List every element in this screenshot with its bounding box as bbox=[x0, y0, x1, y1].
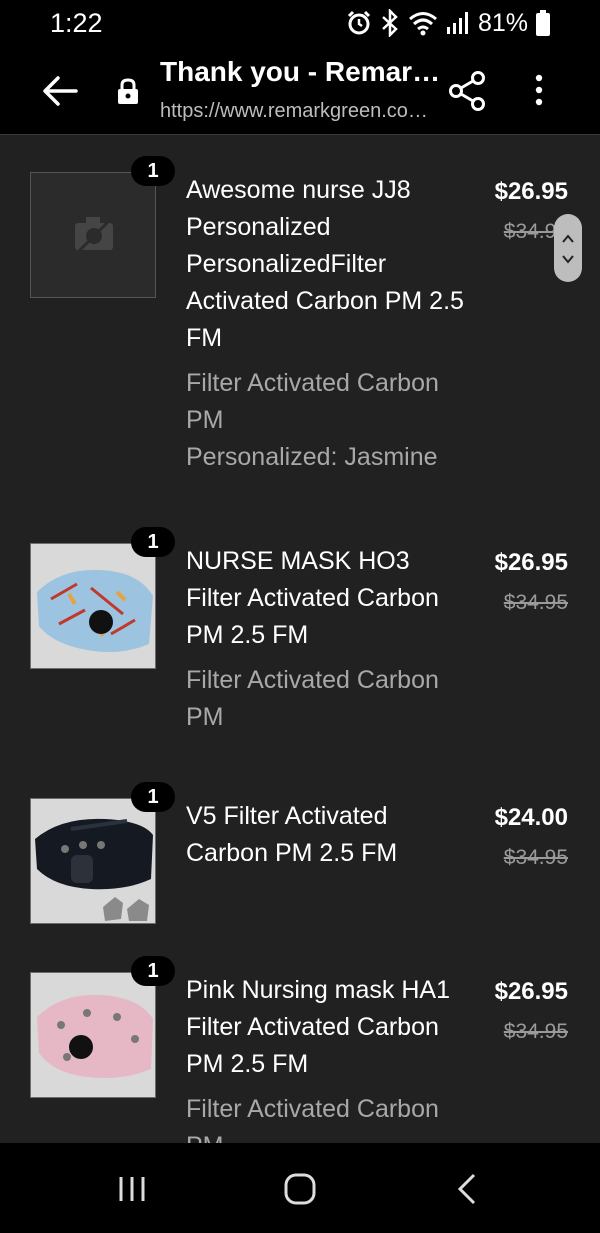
page-title: Thank you - Remark… bbox=[160, 56, 445, 87]
quantity-badge: 1 bbox=[131, 956, 175, 986]
item-compare-price: $34.95 bbox=[503, 846, 568, 869]
home-icon[interactable] bbox=[280, 1171, 320, 1207]
item-title: Awesome nurse JJ8 Personalized Personali… bbox=[186, 176, 464, 352]
status-bar: 1:22 81% bbox=[0, 0, 600, 48]
item-price: $26.95 bbox=[494, 549, 568, 576]
item-title: NURSE MASK HO3 Filter Activated Carbon P… bbox=[186, 547, 439, 649]
product-image bbox=[30, 972, 156, 1098]
item-title: Pink Nursing mask HA1 Filter Activated C… bbox=[186, 976, 450, 1078]
item-price: $26.95 bbox=[494, 978, 568, 1005]
product-image bbox=[30, 543, 156, 669]
product-image bbox=[30, 798, 156, 924]
quantity-badge: 1 bbox=[131, 527, 175, 557]
status-time: 1:22 bbox=[50, 8, 103, 38]
item-name: Pink Nursing mask HA1 Filter Activated C… bbox=[186, 972, 466, 1143]
chevron-down-icon bbox=[562, 255, 574, 264]
quantity-badge: 1 bbox=[131, 782, 175, 812]
page-url[interactable]: https://www.remarkgreen.co… bbox=[160, 100, 445, 123]
item-name: NURSE MASK HO3 Filter Activated Carbon P… bbox=[186, 543, 466, 736]
scroll-handle[interactable] bbox=[554, 214, 582, 282]
item-name: V5 Filter Activated Carbon PM 2.5 FM bbox=[186, 798, 466, 872]
item-variant: Filter Activated Carbon PM bbox=[186, 1095, 439, 1143]
quantity-badge: 1 bbox=[131, 156, 175, 186]
back-arrow-icon[interactable] bbox=[40, 73, 80, 109]
more-options-icon[interactable] bbox=[528, 72, 550, 108]
signal-icon bbox=[446, 12, 468, 34]
mask-image-blue bbox=[31, 544, 155, 668]
nav-back-icon[interactable] bbox=[448, 1171, 488, 1207]
item-compare-price: $34.95 bbox=[503, 1020, 568, 1043]
recent-apps-icon[interactable] bbox=[112, 1171, 152, 1207]
mask-image-black bbox=[31, 799, 155, 923]
no-image-icon bbox=[69, 211, 119, 261]
item-name: Awesome nurse JJ8 Personalized Personali… bbox=[186, 172, 466, 476]
wifi-icon bbox=[408, 12, 437, 36]
lock-icon bbox=[118, 78, 138, 104]
battery-icon bbox=[536, 10, 550, 36]
item-price: $24.00 bbox=[494, 804, 568, 831]
status-icons: 81% bbox=[346, 8, 550, 38]
share-icon[interactable] bbox=[448, 70, 486, 112]
battery-percent: 81% bbox=[477, 8, 528, 37]
item-price: $26.95 bbox=[494, 178, 568, 205]
order-summary: 1 Awesome nurse JJ8 Personalized Persona… bbox=[0, 135, 600, 1143]
alarm-icon bbox=[347, 10, 371, 35]
item-variant: Filter Activated Carbon PM bbox=[186, 369, 439, 434]
system-nav-bar bbox=[0, 1143, 600, 1233]
product-image-placeholder bbox=[30, 172, 156, 298]
item-compare-price: $34.95 bbox=[503, 591, 568, 614]
bluetooth-icon bbox=[382, 9, 398, 37]
item-title: V5 Filter Activated Carbon PM 2.5 FM bbox=[186, 802, 398, 867]
browser-toolbar: Thank you - Remark… https://www.remarkgr… bbox=[0, 48, 600, 135]
mask-image-pink bbox=[31, 973, 155, 1097]
item-variant: Personalized: Jasmine bbox=[186, 443, 438, 471]
item-variant: Filter Activated Carbon PM bbox=[186, 666, 439, 731]
